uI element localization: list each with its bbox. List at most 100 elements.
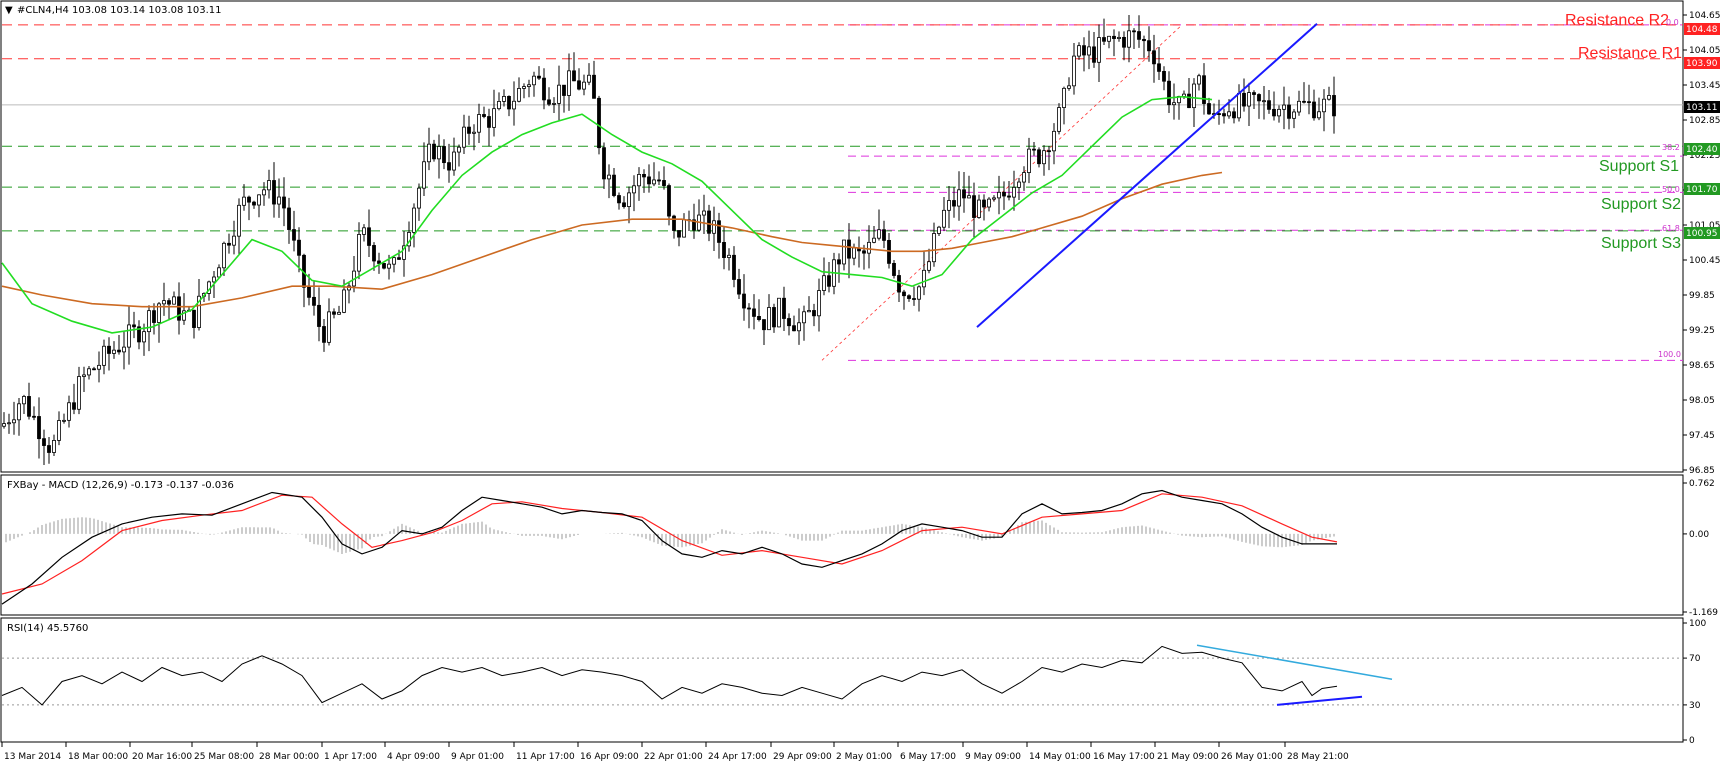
candle-body xyxy=(22,396,26,405)
candle-body xyxy=(727,254,731,258)
candle-body xyxy=(582,81,586,90)
candle-body xyxy=(307,286,311,298)
candle-body xyxy=(942,209,946,228)
price-axis-label: 96.85 xyxy=(1689,466,1715,476)
price-tag-r1-text: 103.90 xyxy=(1686,59,1718,69)
candle-body xyxy=(247,196,251,203)
candle-body xyxy=(897,275,901,293)
candle-body xyxy=(892,262,896,276)
candle-body xyxy=(722,242,726,258)
candle-body xyxy=(997,191,1001,199)
candle-body xyxy=(1277,108,1281,117)
candle-body xyxy=(422,161,426,189)
candle-body xyxy=(1267,100,1271,110)
candle-body xyxy=(272,180,276,205)
candle-body xyxy=(417,187,421,209)
candle-body xyxy=(67,402,71,421)
candle-body xyxy=(277,196,281,205)
candle-body xyxy=(7,422,11,425)
x-axis-label: 20 Mar 16:00 xyxy=(132,752,192,762)
candle-body xyxy=(532,75,536,86)
candle-body xyxy=(367,227,371,246)
candle-body xyxy=(1067,85,1071,89)
candle-body xyxy=(1032,148,1036,151)
candle-body xyxy=(682,219,686,238)
candle-body xyxy=(322,326,326,343)
candle-body xyxy=(1092,46,1096,63)
candle-body xyxy=(817,290,821,317)
candle-body xyxy=(872,237,876,243)
menu-arrow-icon[interactable]: ▼ xyxy=(5,5,13,16)
candle-body xyxy=(882,229,886,241)
candle-body xyxy=(492,108,496,128)
x-axis-label: 13 Mar 2014 xyxy=(4,752,61,762)
candle-body xyxy=(552,102,556,105)
candle-body xyxy=(1172,102,1176,106)
candle-body xyxy=(1262,100,1266,103)
candle-body xyxy=(1307,101,1311,104)
candle-body xyxy=(702,210,706,216)
candle-body xyxy=(212,276,216,283)
candle-body xyxy=(1297,100,1301,113)
macd-title: FXBay - MACD (12,26,9) -0.173 -0.137 -0.… xyxy=(7,480,234,491)
candle-body xyxy=(317,304,321,327)
candle-body xyxy=(617,195,621,204)
candle-body xyxy=(1292,111,1296,119)
candle-body xyxy=(2,423,6,427)
candle-body xyxy=(1242,92,1246,107)
candle-body xyxy=(1102,37,1106,42)
candle-body xyxy=(232,235,236,246)
candle-body xyxy=(17,403,21,421)
candle-body xyxy=(477,114,481,133)
candle-body xyxy=(1317,111,1321,119)
price-axis-label: 104.65 xyxy=(1689,11,1721,21)
candle-body xyxy=(142,331,146,343)
candle-body xyxy=(557,84,561,104)
price-tag-r1: 103.90 xyxy=(1684,57,1720,69)
candle-body xyxy=(1327,95,1331,100)
candle-body xyxy=(82,374,86,377)
x-axis-label: 16 May 17:00 xyxy=(1093,752,1155,762)
macd-axis-label: 0.00 xyxy=(1689,530,1709,540)
candle-body xyxy=(837,259,841,265)
candle-body xyxy=(47,445,51,453)
candle-body xyxy=(537,75,541,79)
price-tag-s2-text: 101.70 xyxy=(1686,185,1718,195)
price-tag-s1-text: 102.40 xyxy=(1686,145,1718,155)
price-tag-r2: 104.48 xyxy=(1684,23,1720,35)
candle-body xyxy=(762,319,766,331)
candle-body xyxy=(752,308,756,317)
candle-body xyxy=(1017,181,1021,188)
candle-body xyxy=(977,199,981,218)
candle-body xyxy=(42,438,46,446)
candle-body xyxy=(917,286,921,300)
chart-background xyxy=(0,0,1722,765)
x-axis-label: 29 Apr 09:00 xyxy=(773,752,832,762)
candle-body xyxy=(967,195,971,199)
candle-body xyxy=(1087,46,1091,56)
candle-body xyxy=(1042,150,1046,165)
candle-body xyxy=(807,310,811,313)
candle-body xyxy=(337,311,341,315)
candle-body xyxy=(1077,45,1081,57)
candle-body xyxy=(372,245,376,262)
candle-body xyxy=(567,70,571,96)
rsi-axis-label: 70 xyxy=(1689,654,1701,664)
x-axis-label: 28 May 21:00 xyxy=(1287,752,1349,762)
candle-body xyxy=(937,226,941,234)
candle-body xyxy=(287,207,291,230)
x-axis-label: 22 Apr 01:00 xyxy=(644,752,703,762)
macd-axis-label: 0.762 xyxy=(1689,479,1715,489)
candle-body xyxy=(787,318,791,327)
main-title: #CLN4,H4 103.08 103.14 103.08 103.11 xyxy=(17,5,222,16)
candle-body xyxy=(607,174,611,180)
fibo-label-382: 38.2 xyxy=(1662,143,1680,152)
price-axis-label: 98.65 xyxy=(1689,361,1715,371)
candle-body xyxy=(972,195,976,218)
candle-body xyxy=(1047,150,1051,153)
candle-body xyxy=(627,192,631,207)
price-tag-r2-text: 104.48 xyxy=(1686,25,1718,35)
candle-body xyxy=(737,279,741,295)
candle-body xyxy=(267,180,271,191)
candle-body xyxy=(462,126,466,148)
